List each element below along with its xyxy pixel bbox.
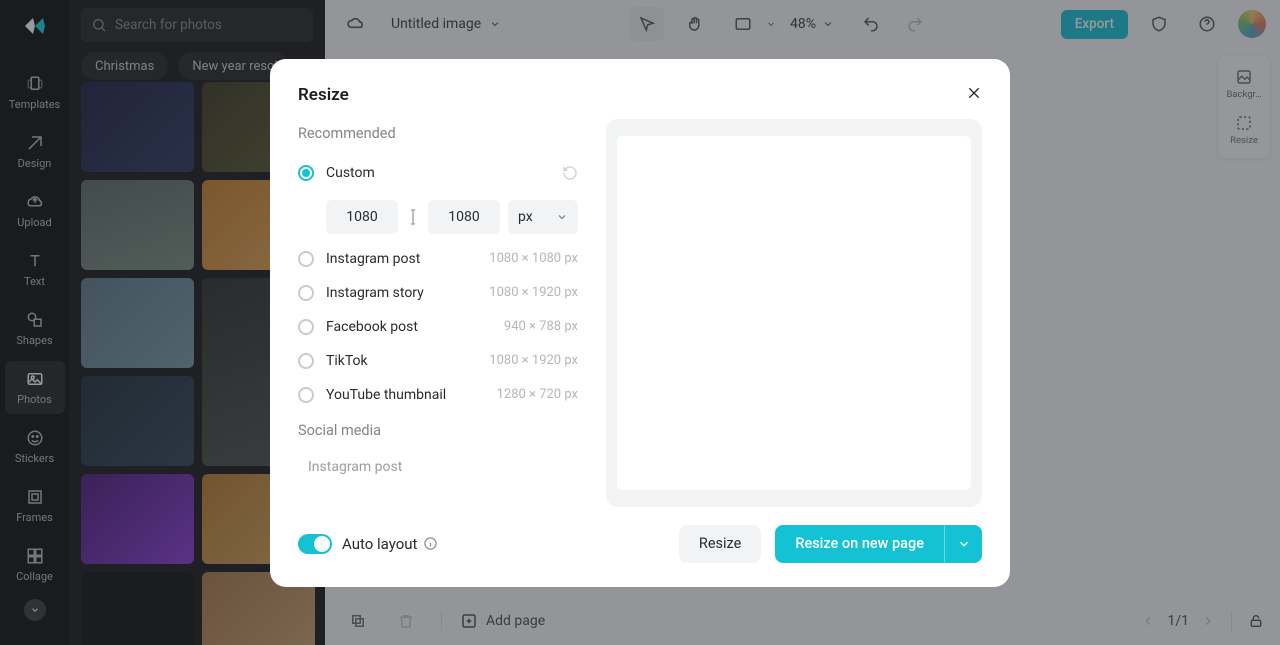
chevron-down-icon	[556, 211, 568, 223]
modal-overlay: Resize Recommended Custom	[0, 0, 1280, 645]
social-media-label: Social media	[298, 422, 578, 439]
width-input[interactable]	[326, 200, 398, 234]
radio-icon	[298, 387, 314, 403]
option-facebook-post[interactable]: Facebook post 940 × 788 px	[298, 310, 578, 344]
height-input[interactable]	[428, 200, 500, 234]
option-instagram-story[interactable]: Instagram story 1080 × 1920 px	[298, 276, 578, 310]
option-instagram-post[interactable]: Instagram post 1080 × 1080 px	[298, 242, 578, 276]
modal-title: Resize	[298, 85, 982, 105]
radio-icon	[298, 165, 314, 181]
custom-size-inputs: px	[326, 200, 578, 234]
unit-select[interactable]: px	[508, 200, 578, 234]
resize-preview	[606, 119, 982, 507]
radio-icon	[298, 285, 314, 301]
reset-icon[interactable]	[562, 165, 578, 181]
option-youtube-thumbnail[interactable]: YouTube thumbnail 1280 × 720 px	[298, 378, 578, 412]
link-dimensions-icon[interactable]	[406, 209, 420, 225]
option-custom[interactable]: Custom	[298, 156, 578, 190]
social-instagram-post[interactable]: Instagram post	[298, 453, 578, 475]
auto-layout-toggle[interactable]	[298, 534, 332, 554]
option-tiktok[interactable]: TikTok 1080 × 1920 px	[298, 344, 578, 378]
info-icon[interactable]	[423, 536, 438, 551]
radio-icon	[298, 251, 314, 267]
resize-modal: Resize Recommended Custom	[270, 59, 1010, 587]
resize-button[interactable]: Resize	[679, 525, 761, 563]
recommended-label: Recommended	[298, 125, 578, 142]
radio-icon	[298, 353, 314, 369]
close-button[interactable]	[962, 81, 986, 105]
auto-layout-label: Auto layout	[342, 535, 438, 553]
preview-canvas	[617, 136, 971, 490]
resize-options: Recommended Custom px	[298, 119, 578, 507]
resize-new-page-dropdown[interactable]	[944, 525, 982, 563]
resize-new-page-button[interactable]: Resize on new page	[775, 525, 944, 563]
radio-icon	[298, 319, 314, 335]
modal-footer: Auto layout Resize Resize on new page	[298, 525, 982, 563]
